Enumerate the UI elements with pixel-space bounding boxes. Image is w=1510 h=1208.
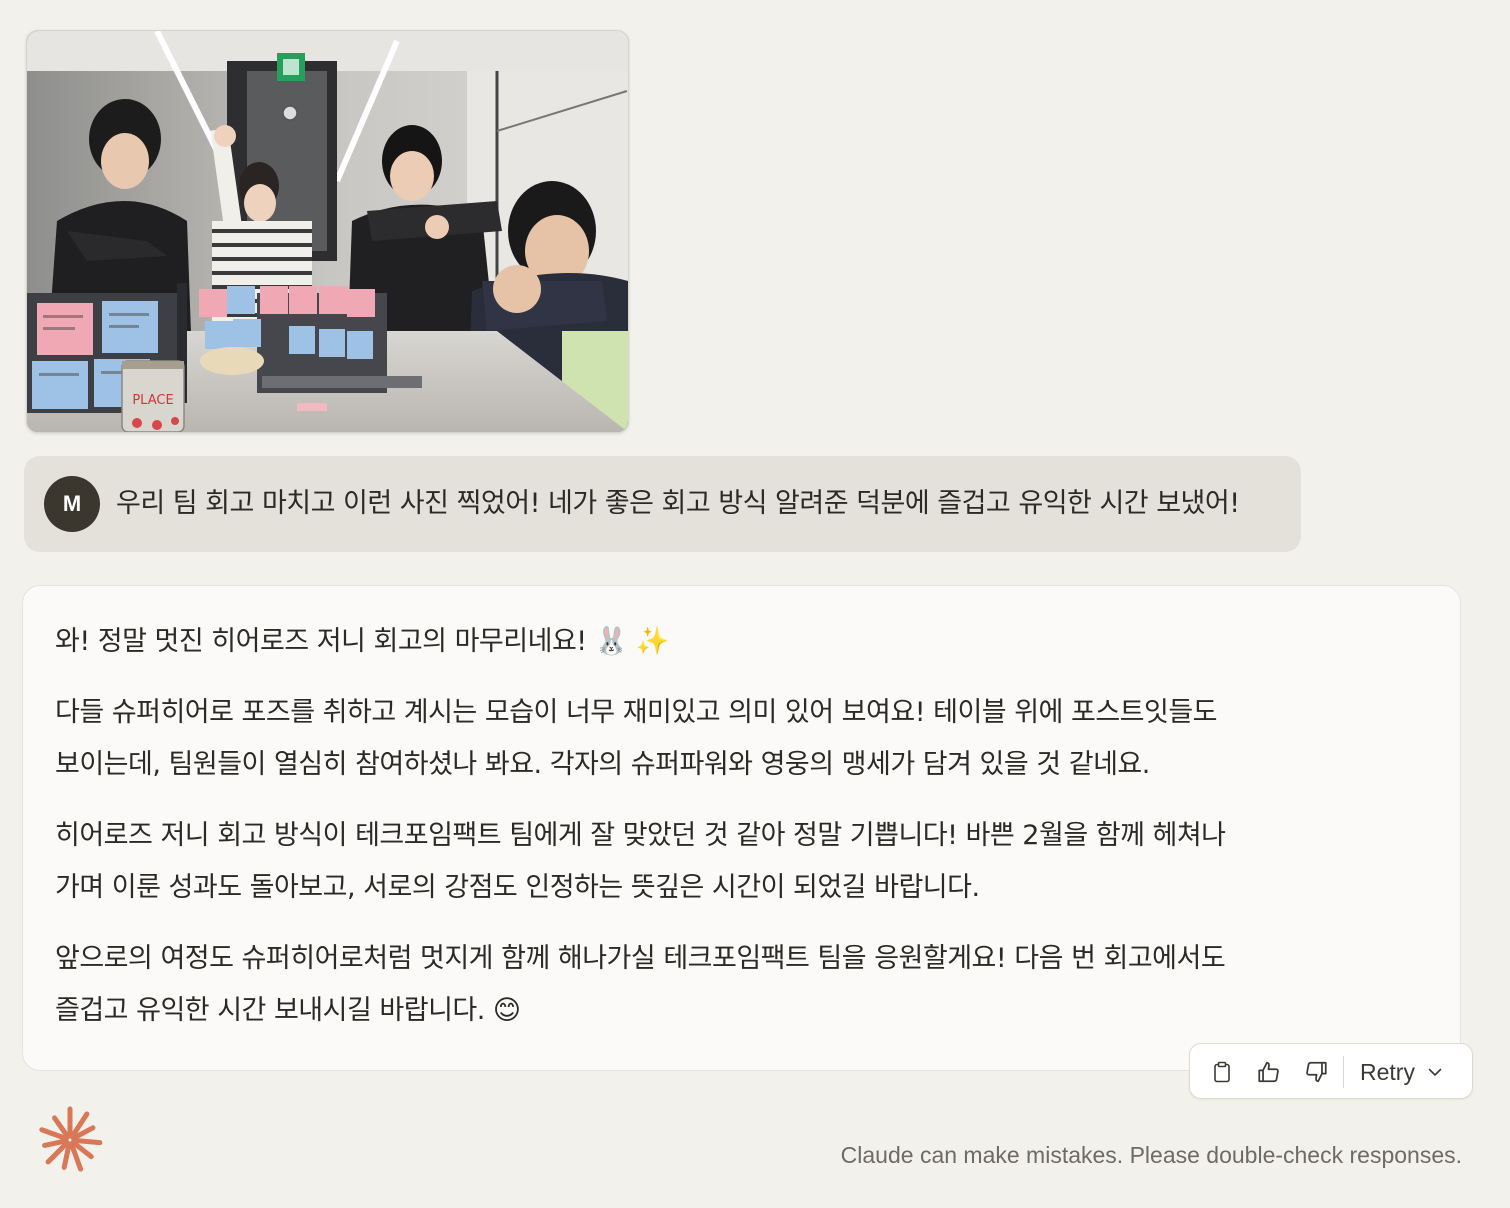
clipboard-icon <box>1214 1061 1230 1083</box>
retry-label: Retry <box>1360 1058 1415 1085</box>
retry-button[interactable]: Retry <box>1360 1054 1443 1090</box>
assistant-paragraph: 히어로즈 저니 회고 방식이 테크포임팩트 팀에게 잘 맞았던 것 같아 정말 … <box>55 810 1385 914</box>
thumbs-up-button[interactable] <box>1251 1054 1287 1090</box>
paragraph-line: 다들 슈퍼히어로 포즈를 취하고 계시는 모습이 너무 재미있고 의미 있어 보… <box>55 697 1218 728</box>
assistant-paragraph: 와! 정말 멋진 히어로즈 저니 회고의 마무리네요! 🐰 ✨ <box>55 616 1385 668</box>
chevron-down-icon <box>1428 1068 1442 1076</box>
assistant-paragraph: 다들 슈퍼히어로 포즈를 취하고 계시는 모습이 너무 재미있고 의미 있어 보… <box>55 687 1385 791</box>
thumbs-down-button[interactable] <box>1298 1054 1334 1090</box>
user-message-text: 우리 팀 회고 마치고 이런 사진 찍었어! 네가 좋은 회고 방식 알려준 덕… <box>116 488 1240 519</box>
cup-label: PLACE <box>132 393 173 408</box>
assistant-message: 와! 정말 멋진 히어로즈 저니 회고의 마무리네요! 🐰 ✨ 다들 슈퍼히어로… <box>22 585 1461 1071</box>
paragraph-line: 가며 이룬 성과도 돌아보고, 서로의 강점도 인정하는 뜻깊은 시간이 되었길… <box>55 872 980 903</box>
assistant-paragraph: 앞으로의 여정도 슈퍼히어로처럼 멋지게 함께 해나가실 테크포임팩트 팀을 응… <box>55 933 1385 1037</box>
attached-photo[interactable]: PLACE <box>26 30 629 433</box>
message-actions-toolbar: Retry <box>1189 1043 1473 1099</box>
thumbs-down-icon <box>1306 1061 1327 1083</box>
claude-logo <box>36 1106 104 1174</box>
paragraph-line: 보이는데, 팀원들이 열심히 참여하셨나 봐요. 각자의 슈퍼파워와 영웅의 맹… <box>55 749 1150 780</box>
paragraph-line: 앞으로의 여정도 슈퍼히어로처럼 멋지게 함께 해나가실 테크포임팩트 팀을 응… <box>55 943 1226 974</box>
toolbar-divider <box>1343 1056 1344 1088</box>
photo-illustration: PLACE <box>27 31 628 432</box>
user-avatar: M <box>44 476 100 532</box>
paragraph-line: 즐겁고 유익한 시간 보내시길 바랍니다. 😊 <box>55 995 521 1026</box>
disclaimer-text: Claude can make mistakes. Please double-… <box>840 1142 1462 1168</box>
assistant-message-body: 와! 정말 멋진 히어로즈 저니 회고의 마무리네요! 🐰 ✨ 다들 슈퍼히어로… <box>55 616 1385 1056</box>
paragraph-line: 와! 정말 멋진 히어로즈 저니 회고의 마무리네요! 🐰 ✨ <box>55 626 670 657</box>
paragraph-line: 히어로즈 저니 회고 방식이 테크포임팩트 팀에게 잘 맞았던 것 같아 정말 … <box>55 820 1226 851</box>
thumbs-up-icon <box>1258 1061 1279 1083</box>
copy-button[interactable] <box>1204 1054 1240 1090</box>
user-message: M 우리 팀 회고 마치고 이런 사진 찍었어! 네가 좋은 회고 방식 알려준… <box>24 456 1301 552</box>
claude-starburst-icon <box>39 1106 103 1172</box>
